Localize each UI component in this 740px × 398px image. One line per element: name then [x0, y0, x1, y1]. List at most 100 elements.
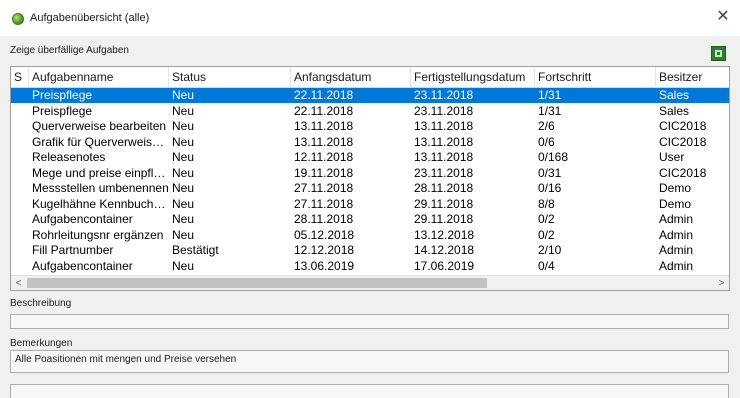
cell-start-date-col: 12.12.2018	[294, 243, 355, 257]
cell-start-date-col: 13.11.2018	[294, 134, 354, 149]
cell-end-date-col: 13.11.2018	[414, 119, 474, 133]
title-bar: Aufgabenübersicht (alle) ✕	[0, 0, 740, 36]
cell-state-col: Neu	[172, 134, 195, 149]
header-end-date-col[interactable]: Fertigstellungsdatum	[411, 67, 535, 87]
cell-start-date-col: 22.11.2018	[294, 88, 354, 102]
close-button[interactable]: ✕	[712, 6, 734, 28]
table-row[interactable]: Messstellen umbenennen Neu 27.11.2018 28.11…	[11, 181, 729, 196]
cell-state-col: Neu	[172, 181, 195, 195]
cell-status-col	[11, 181, 29, 196]
cell-owner-col: User	[659, 150, 685, 164]
cell-end-date-col: 14.12.2018	[414, 243, 475, 257]
cell-start-date-col: 27.11.2018	[294, 196, 354, 211]
cell-task-name-col: Mege und preise einpflegen	[32, 165, 169, 180]
cell-owner-col: Admin	[659, 227, 694, 242]
cell-end-date-col: 17.06.2019	[414, 258, 475, 273]
cell-status-col	[11, 228, 29, 243]
cell-state-col: Neu	[172, 258, 195, 273]
cell-start-date-col: 13.11.2018	[294, 119, 354, 133]
cell-end-date-col: 29.11.2018	[414, 212, 474, 226]
cell-start-date-col: 28.11.2018	[294, 212, 354, 226]
table-row[interactable]: Preispflege Neu 22.11.2018 23.11.2018 1/31 Sa…	[11, 88, 729, 103]
header-start-date-col[interactable]: Anfangsdatum	[291, 67, 411, 87]
table-row[interactable]: Kugelhähne Kennbuchstabe ...Neu 27.11.201…	[11, 197, 729, 212]
table-row[interactable]: Aufgabencontainer Neu 28.11.2018 29.11.2018…	[11, 212, 729, 227]
cell-start-date-col: 13.06.2019	[294, 258, 355, 273]
cell-task-name-col: Aufgabencontainer	[32, 258, 133, 273]
cell-progress-col: 0/2	[538, 227, 555, 242]
task-table[interactable]: S Aufgabenname Status Anfangsdatum Fertigste…	[10, 66, 730, 291]
cell-status-col	[11, 243, 29, 258]
cell-progress-col: 1/31	[538, 103, 562, 118]
cell-status-col	[11, 212, 29, 227]
cell-owner-col: Admin	[659, 212, 694, 226]
header-owner-col[interactable]: Besitzer	[656, 67, 729, 87]
cell-status-col	[11, 166, 29, 181]
cell-end-date-col: 23.11.2018	[414, 88, 474, 102]
cell-progress-col: 0/2	[538, 212, 555, 226]
table-row[interactable]: Fill Partnumber Bestätigt 12.12.2018 14.12.…	[11, 243, 729, 258]
header-progress-col[interactable]: Fortschritt	[535, 67, 656, 87]
cell-owner-col: Sales	[659, 103, 690, 118]
cell-status-col	[11, 259, 29, 274]
header-status-col[interactable]: S	[11, 67, 29, 87]
cell-state-col: Neu	[172, 150, 195, 164]
remarks-value: Alle Poasitionen mit mengen und Preise v…	[15, 354, 237, 365]
cell-state-col: Neu	[172, 212, 195, 226]
remarks-label: Bemerkungen	[10, 338, 73, 349]
cell-start-date-col: 05.12.2018	[294, 227, 355, 242]
description-field[interactable]	[10, 314, 729, 329]
cell-end-date-col: 23.11.2018	[414, 103, 474, 118]
table-row[interactable]: Preispflege Neu 22.11.2018 23.11.2018 1/31 Sa…	[11, 104, 729, 119]
horizontal-scrollbar[interactable]: < >	[11, 275, 729, 290]
cell-end-date-col: 13.11.2018	[414, 134, 474, 149]
table-row[interactable]: Aufgabencontainer Neu 13.06.2019 17.06.2019…	[11, 259, 729, 274]
header-task-name-col[interactable]: Aufgabenname	[29, 67, 169, 87]
cell-end-date-col: 23.11.2018	[414, 165, 474, 180]
cell-owner-col: Sales	[659, 88, 690, 102]
excel-export-icon[interactable]	[711, 46, 726, 61]
cell-status-col	[11, 197, 29, 212]
cell-task-name-col: Aufgabencontainer	[32, 212, 133, 226]
cell-progress-col: 0/168	[538, 150, 569, 164]
cell-progress-col: 0/4	[538, 258, 555, 273]
cell-state-col: Neu	[172, 119, 195, 133]
app-globe-icon	[12, 13, 24, 25]
cell-state-col: Neu	[172, 227, 195, 242]
cell-start-date-col: 22.11.2018	[294, 103, 354, 118]
scroll-left-icon[interactable]: <	[11, 276, 26, 290]
cell-task-name-col: Messstellen umbenennen	[32, 181, 169, 195]
cell-end-date-col: 13.12.2018	[414, 227, 475, 242]
cell-end-date-col: 29.11.2018	[414, 196, 474, 211]
table-row[interactable]: Releasenotes Neu 12.11.2018 13.11.2018 0/168…	[11, 150, 729, 165]
description-label: Beschreibung	[10, 298, 72, 309]
scroll-right-icon[interactable]: >	[714, 276, 729, 290]
remarks-field[interactable]: Alle Poasitionen mit mengen und Preise v…	[10, 350, 729, 373]
table-row[interactable]: Mege und preise einpflegen Neu 19.11.2018 2…	[11, 166, 729, 181]
cell-owner-col: CIC2018	[659, 119, 707, 133]
cell-end-date-col: 28.11.2018	[414, 181, 474, 195]
cell-owner-col: Demo	[659, 196, 692, 211]
cell-status-col	[11, 150, 29, 165]
cell-task-name-col: Querverweise bearbeiten	[32, 119, 167, 133]
cell-start-date-col: 27.11.2018	[294, 181, 354, 195]
table-row[interactable]: Querverweise bearbeiten Neu 13.11.2018 13.1…	[11, 119, 729, 134]
cell-state-col: Bestätigt	[172, 243, 219, 257]
scroll-thumb[interactable]	[27, 278, 487, 288]
cell-state-col: Neu	[172, 196, 195, 211]
cell-start-date-col: 19.11.2018	[294, 165, 354, 180]
cell-progress-col: 0/6	[538, 134, 555, 149]
header-state-col[interactable]: Status	[169, 67, 291, 87]
table-row[interactable]: Rohrleitungsnr ergänzen Neu 05.12.2018 13.1…	[11, 228, 729, 243]
overdue-tasks-label[interactable]: Zeige überfällige Aufgaben	[10, 45, 129, 56]
cell-status-col	[11, 104, 29, 119]
cell-task-name-col: Fill Partnumber	[32, 243, 114, 257]
cell-progress-col: 1/31	[538, 88, 562, 102]
table-row[interactable]: Grafik für Querverweise ände...Neu 13.11.…	[11, 135, 729, 150]
cell-state-col: Neu	[172, 103, 195, 118]
cell-status-col	[11, 119, 29, 134]
cell-owner-col: Demo	[659, 181, 692, 195]
extra-field[interactable]	[10, 384, 729, 398]
cell-owner-col: Admin	[659, 243, 694, 257]
cell-task-name-col: Kugelhähne Kennbuchstabe ...	[32, 196, 169, 211]
